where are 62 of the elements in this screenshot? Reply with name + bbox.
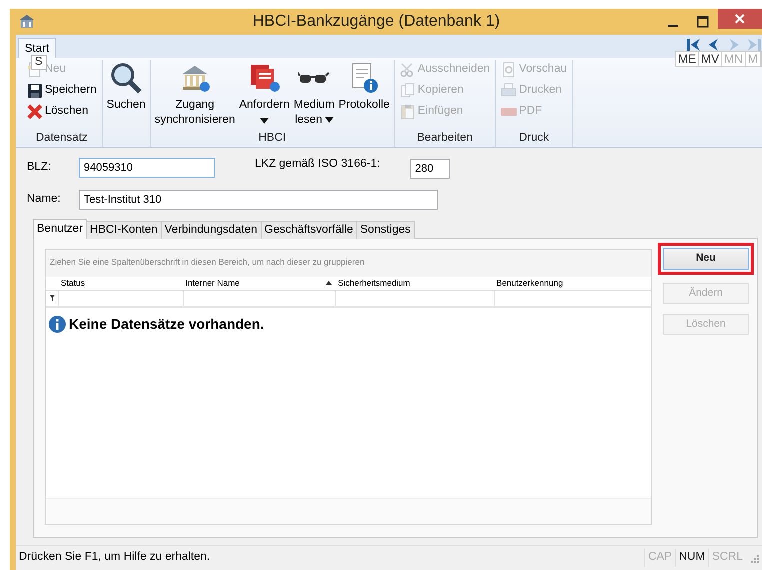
group-label: Datensatz xyxy=(35,131,89,146)
tab[interactable]: Verbindungsdaten xyxy=(160,221,262,239)
ribbon-button[interactable]: Zugang synchronisieren xyxy=(154,60,236,130)
input-field[interactable]: 94059310 xyxy=(79,158,215,178)
status-text: Drücken Sie F1, um Hilfe zu erhalten. xyxy=(19,550,212,566)
glasses-icon xyxy=(298,72,330,84)
group-label: Druck xyxy=(518,131,550,146)
ribbon-button[interactable]: Suchen xyxy=(106,60,147,130)
column-header[interactable]: Sicherheitsmedium xyxy=(335,276,494,290)
resize-grip-icon xyxy=(748,552,760,564)
window-title: HBCI-Bankzugänge (Datenbank 1) xyxy=(252,12,502,32)
delete-icon xyxy=(27,104,43,120)
minimize-icon xyxy=(668,25,678,27)
caret-icon xyxy=(324,116,334,123)
printer-icon xyxy=(501,83,518,99)
column-header[interactable]: Status xyxy=(58,276,183,290)
ribbon-button[interactable]: Protokolle xyxy=(338,60,391,130)
caret-icon xyxy=(260,118,270,124)
documents-icon xyxy=(248,62,281,94)
app-icon xyxy=(19,14,35,30)
ribbon-tab[interactable]: Start xyxy=(18,38,56,58)
maximize-icon xyxy=(697,16,709,28)
keytip: M xyxy=(746,52,761,66)
status-indicator: NUM xyxy=(675,549,708,567)
scissors-icon xyxy=(400,62,416,78)
keytip: ME xyxy=(676,52,700,66)
clipboard-icon xyxy=(400,104,416,120)
close-button[interactable] xyxy=(718,9,762,29)
first-record-icon xyxy=(686,37,702,53)
ribbon-button[interactable]: Anfordern xyxy=(238,60,291,130)
keytip: MN xyxy=(722,52,746,66)
ribbon-button[interactable]: Löschen xyxy=(25,102,99,122)
tab[interactable]: Sonstiges xyxy=(356,221,415,239)
input-field[interactable]: 280 xyxy=(410,159,450,179)
preview-icon xyxy=(501,62,518,78)
input-field[interactable]: Test-Institut 310 xyxy=(79,190,438,210)
copy-icon xyxy=(400,83,416,99)
keytip: MV xyxy=(699,52,722,66)
column-header[interactable]: Interner Name xyxy=(182,276,336,290)
field-label: Name: xyxy=(27,192,62,208)
empty-message: Keine Datensätze vorhanden. xyxy=(69,314,264,334)
side-button[interactable]: Neu xyxy=(663,248,749,270)
status-indicator: SCRL xyxy=(708,549,746,567)
column-header[interactable]: Benutzerkennung xyxy=(494,276,651,290)
group-label: Bearbeiten xyxy=(416,131,474,146)
ribbon-button[interactable]: Medium lesen xyxy=(292,60,336,130)
tab[interactable]: Geschäftsvorfälle xyxy=(260,221,358,239)
info-icon xyxy=(49,316,66,333)
group-label: HBCI xyxy=(258,131,288,146)
ribbon-button[interactable]: Speichern xyxy=(25,81,99,101)
last-record-icon xyxy=(746,37,762,53)
tab[interactable]: HBCI-Konten xyxy=(86,221,162,239)
keytip: S xyxy=(31,55,47,70)
field-label: LKZ gemäß ISO 3166-1: xyxy=(255,157,380,172)
search-icon xyxy=(110,62,142,94)
tab[interactable]: Benutzer xyxy=(33,219,88,239)
filter-icon xyxy=(50,295,54,302)
nav-button[interactable] xyxy=(686,37,702,53)
status-indicator: CAP xyxy=(644,549,676,567)
group-hint: Ziehen Sie eine Spaltenüberschrift in diesen Bereich, um nach dieser zu gruppieren xyxy=(46,250,651,277)
field-label: BLZ: xyxy=(27,160,52,175)
close-icon xyxy=(735,14,745,24)
